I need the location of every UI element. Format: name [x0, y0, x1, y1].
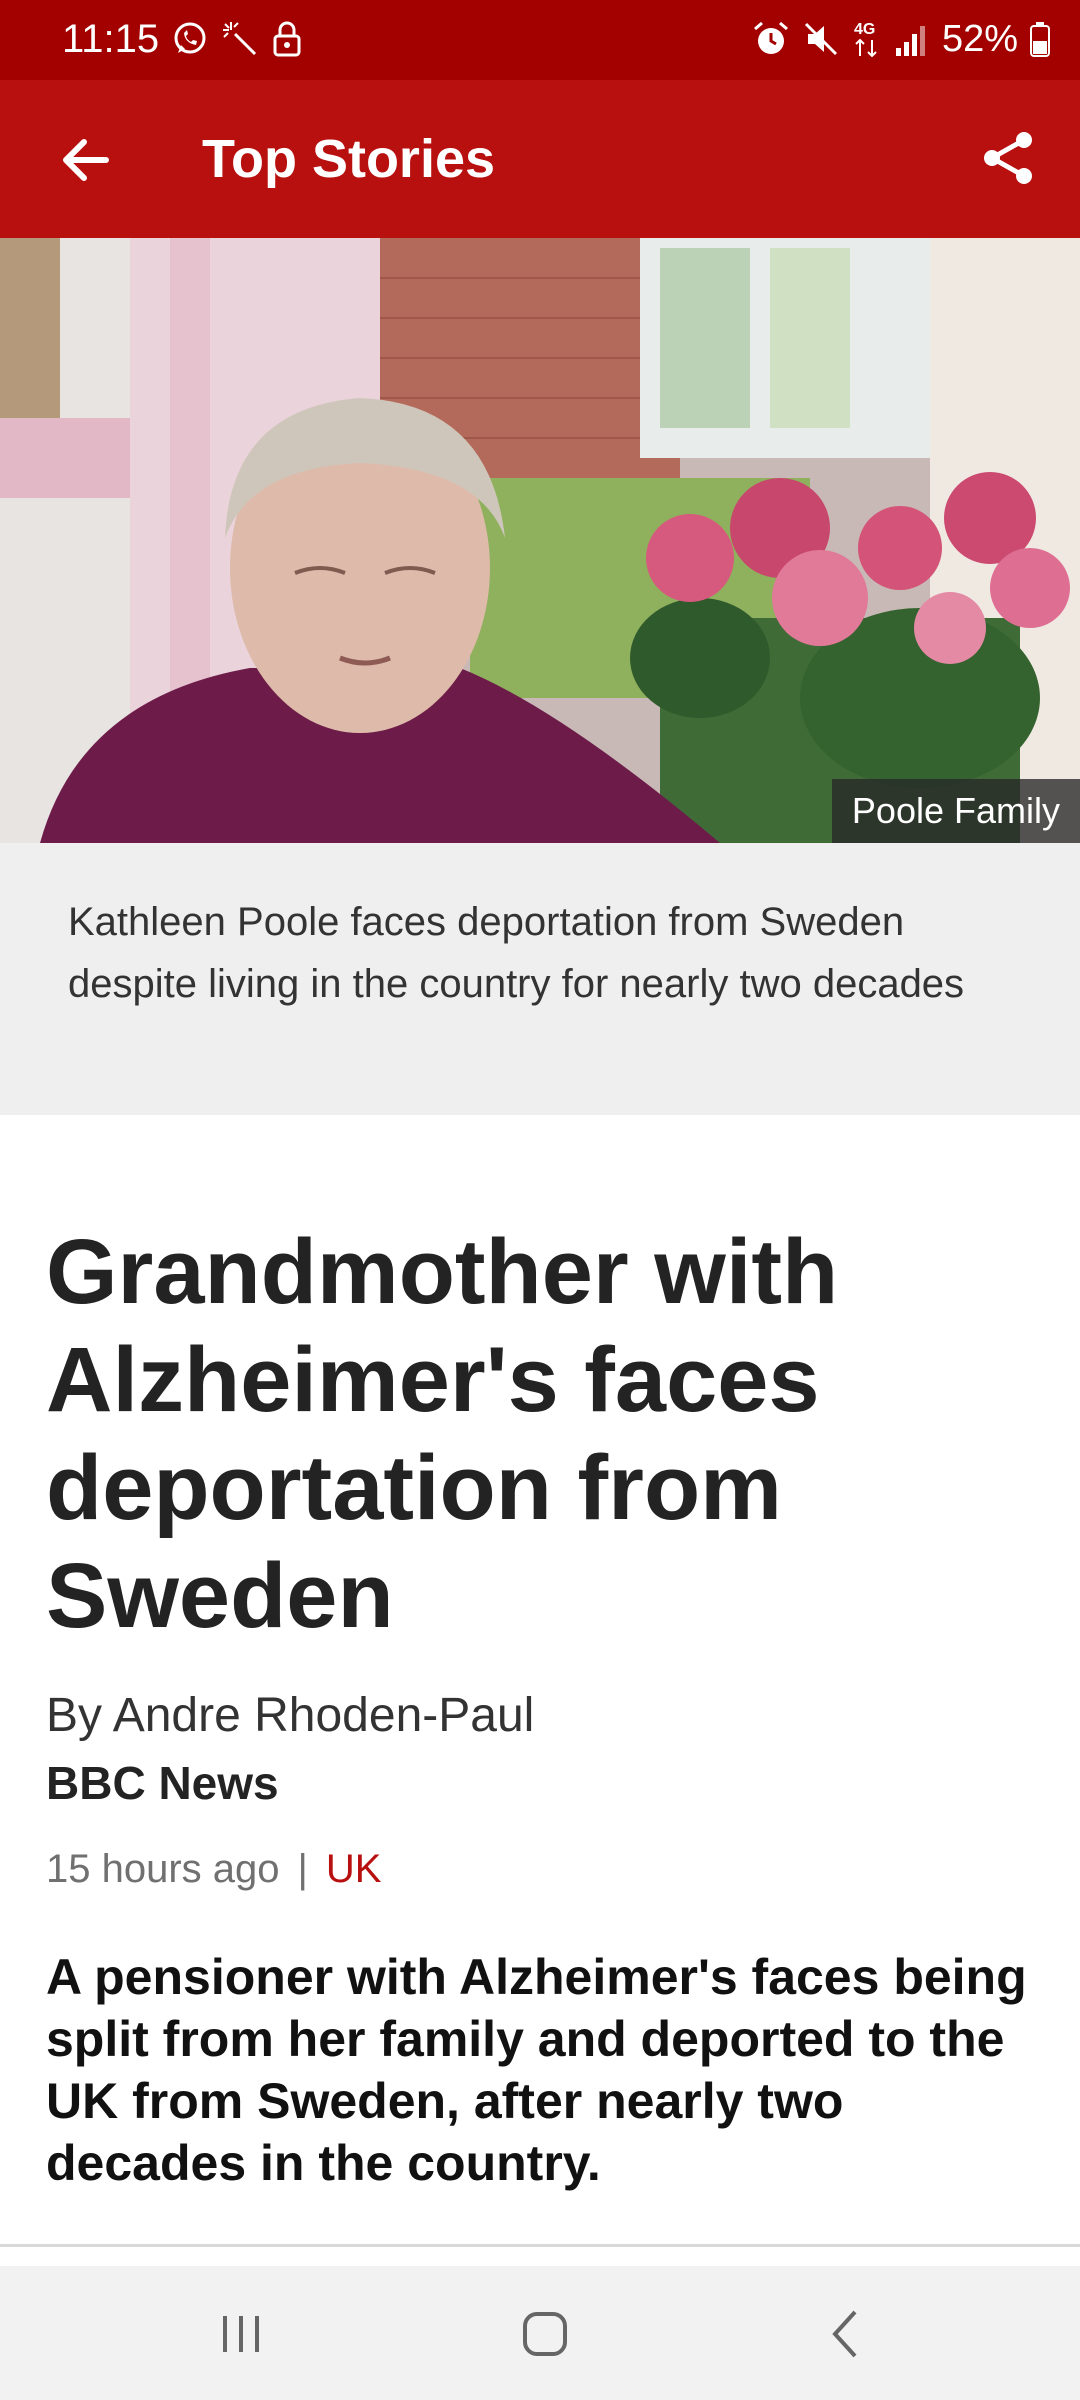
status-right: 4G 52%	[752, 14, 1050, 64]
article-byline: By Andre Rhoden-Paul	[46, 1689, 535, 1742]
status-left: 11:15	[62, 14, 303, 64]
article-meta: 15 hours ago | UK	[46, 1842, 381, 1896]
svg-text:4G: 4G	[854, 21, 875, 38]
mute-icon	[802, 20, 840, 58]
hero-image[interactable]: Poole Family	[0, 238, 1080, 843]
magic-wand-icon	[221, 20, 259, 58]
share-icon	[984, 132, 1032, 184]
section-link[interactable]: UK	[326, 1842, 382, 1896]
image-caption: Kathleen Poole faces deportation from Sw…	[68, 900, 965, 1006]
app-bar: Top Stories	[0, 80, 1080, 238]
back-button[interactable]	[46, 120, 126, 200]
system-nav-bar	[0, 2266, 1080, 2400]
arrow-left-icon	[63, 139, 109, 181]
system-back-button[interactable]	[802, 2294, 892, 2374]
status-time: 11:15	[62, 17, 160, 61]
recent-apps-icon	[223, 2316, 259, 2352]
photo-credit: Poole Family	[831, 779, 1080, 843]
home-button[interactable]	[500, 2294, 590, 2374]
share-button[interactable]	[968, 118, 1048, 198]
image-caption-box: Kathleen Poole faces deportation from Sw…	[0, 843, 1080, 1115]
status-bar: 11:15 4G 52%	[0, 0, 1080, 80]
battery-icon	[1030, 21, 1050, 57]
article-summary: A pensioner with Alzheimer's faces being…	[46, 1949, 1027, 2191]
alarm-icon	[752, 20, 790, 58]
article-headline: Grandmother with Alzheimer's faces depor…	[46, 1221, 839, 1647]
4g-data-icon: 4G	[852, 18, 882, 60]
content-divider	[0, 2244, 1080, 2247]
back-icon	[832, 2310, 857, 2358]
recent-apps-button[interactable]	[196, 2294, 286, 2374]
article-photo	[0, 238, 1080, 843]
lock-icon	[271, 20, 303, 58]
signal-icon	[894, 20, 930, 58]
article-timestamp: 15 hours ago	[46, 1847, 280, 1891]
page-title: Top Stories	[202, 129, 496, 189]
home-icon	[523, 2312, 567, 2356]
whatsapp-icon	[171, 20, 209, 58]
battery-percent: 52%	[941, 18, 1018, 60]
meta-separator: |	[297, 1847, 308, 1891]
article-source: BBC News	[46, 1757, 279, 1809]
